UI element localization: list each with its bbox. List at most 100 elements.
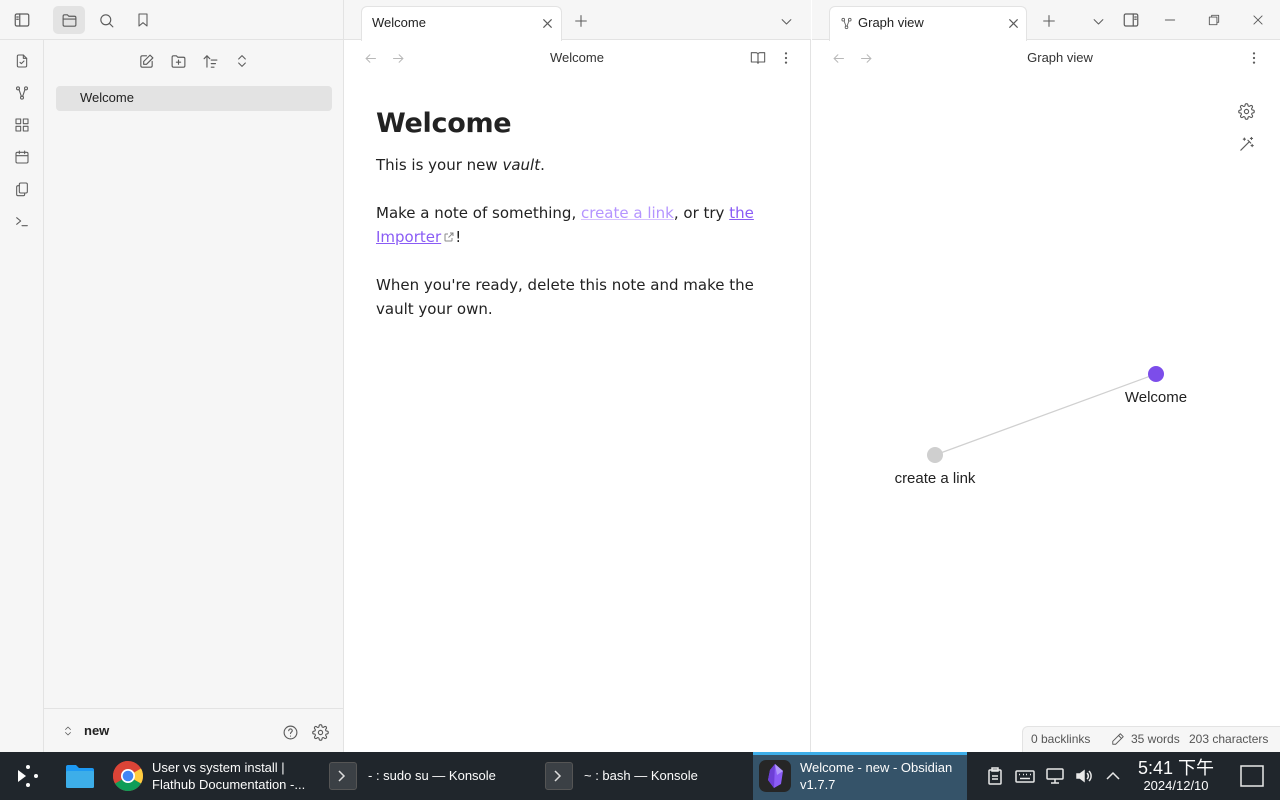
sort-order-icon[interactable] <box>197 48 223 74</box>
more-options-icon[interactable] <box>775 47 797 69</box>
file-item-welcome[interactable]: Welcome <box>56 86 332 111</box>
note-heading: Welcome <box>376 108 512 139</box>
internal-link-create-a-link[interactable]: create a link <box>581 204 674 222</box>
tab-welcome[interactable]: Welcome <box>361 6 562 41</box>
app-launcher-icon[interactable] <box>14 764 40 788</box>
task-konsole-sudo-title: - : sudo su — Konsole <box>368 768 496 783</box>
clock[interactable]: 5:41 下午 2024/12/10 <box>1134 758 1218 794</box>
p1-text: This is your new <box>376 156 503 174</box>
chevron-updown-icon[interactable] <box>60 723 76 739</box>
calendar-icon[interactable] <box>10 145 34 169</box>
quick-switcher-icon[interactable] <box>10 49 34 73</box>
vault-name[interactable]: new <box>84 723 109 738</box>
ribbon <box>0 0 44 752</box>
p1-emphasis: vault <box>502 156 541 174</box>
character-count: 203 characters <box>1189 732 1269 746</box>
chrome-icon <box>112 760 144 792</box>
vault-switcher-bar: new <box>44 708 344 752</box>
tab-welcome-title: Welcome <box>372 15 426 30</box>
help-icon[interactable] <box>280 722 300 742</box>
graph-node-welcome[interactable] <box>1148 366 1164 382</box>
clock-date: 2024/12/10 <box>1143 778 1209 793</box>
task-obsidian[interactable]: Welcome - new - Obsidian v1.7.7 <box>753 752 967 800</box>
search-icon[interactable] <box>90 6 122 34</box>
minimize-window-icon[interactable] <box>1160 10 1180 30</box>
task-chrome-flathub[interactable]: User vs system install | Flathub Documen… <box>108 752 320 800</box>
expand-collapse-icon[interactable] <box>229 48 255 74</box>
p1-suffix: . <box>540 156 545 174</box>
clipboard-icon[interactable] <box>986 766 1006 786</box>
close-icon[interactable] <box>538 14 556 32</box>
forward-arrow-icon[interactable] <box>855 47 877 69</box>
backlinks-count[interactable]: 0 backlinks <box>1031 732 1090 746</box>
tab-list-chevron-down-icon[interactable] <box>776 11 796 31</box>
templates-icon[interactable] <box>10 177 34 201</box>
konsole-icon <box>545 762 573 790</box>
new-note-icon[interactable] <box>133 48 159 74</box>
clock-time: 5:41 下午 <box>1137 758 1215 778</box>
note-paragraph-3: When you're ready, delete this note and … <box>376 276 754 318</box>
sidebar-tab-header <box>44 0 344 40</box>
graph-node-label-welcome[interactable]: Welcome <box>1112 389 1200 406</box>
graph-node-create-a-link[interactable] <box>927 447 943 463</box>
graph-view-icon[interactable] <box>10 81 34 105</box>
note-paragraph-2: Make a note of something, create a link,… <box>376 201 776 249</box>
restore-window-icon[interactable] <box>1204 10 1224 30</box>
taskbar: User vs system install | Flathub Documen… <box>0 752 1280 800</box>
forward-arrow-icon[interactable] <box>387 47 409 69</box>
status-bar: 0 backlinks 35 words 203 characters <box>1022 726 1280 752</box>
files-icon[interactable] <box>53 6 85 34</box>
close-icon[interactable] <box>1004 14 1022 32</box>
settings-gear-icon[interactable] <box>310 722 330 742</box>
file-manager-icon[interactable] <box>64 760 96 792</box>
terminal-icon[interactable] <box>10 209 34 233</box>
new-tab-plus-icon[interactable] <box>1039 11 1059 31</box>
task-konsole-bash-title: ~ : bash — Konsole <box>584 768 698 783</box>
graph-tab-bar: Graph view <box>812 0 1280 41</box>
p2-mid-text: , or try <box>673 204 730 222</box>
p2-suffix: ! <box>455 228 462 246</box>
show-desktop-icon[interactable] <box>1240 765 1264 787</box>
toggle-sidebar-icon[interactable] <box>10 8 34 32</box>
view-header-title[interactable]: Graph view <box>960 50 1160 65</box>
obsidian-icon <box>759 760 791 792</box>
task-chrome-line1: User vs system install | <box>152 760 285 775</box>
back-arrow-icon[interactable] <box>827 47 849 69</box>
back-arrow-icon[interactable] <box>359 47 381 69</box>
canvas-icon[interactable] <box>10 113 34 137</box>
keyboard-icon[interactable] <box>1015 766 1035 786</box>
graph-node-label-create-a-link[interactable]: create a link <box>875 470 995 487</box>
file-explorer-sidebar: Welcome new <box>44 0 344 752</box>
new-tab-plus-icon[interactable] <box>571 11 591 31</box>
graph-edge <box>934 373 1157 456</box>
graph-canvas[interactable] <box>812 80 1280 680</box>
edit-pencil-icon[interactable] <box>1110 731 1126 747</box>
volume-icon[interactable] <box>1074 766 1094 786</box>
task-obsidian-line2: v1.7.7 <box>800 777 836 792</box>
tab-graph-title: Graph view <box>858 15 924 30</box>
p2-text: Make a note of something, <box>376 204 581 222</box>
ribbon-header <box>0 0 44 40</box>
reading-mode-book-icon[interactable] <box>747 47 769 69</box>
note-paragraph-1: This is your new vault. <box>376 153 776 177</box>
editor-pane: Welcome Welcome Welcome This is your new… <box>344 0 811 752</box>
toggle-right-sidebar-icon[interactable] <box>1121 10 1141 30</box>
konsole-icon <box>329 762 357 790</box>
word-count: 35 words <box>1131 732 1180 746</box>
tab-list-chevron-down-icon[interactable] <box>1088 11 1108 31</box>
view-header-title[interactable]: Welcome <box>477 50 677 65</box>
task-konsole-bash[interactable]: ~ : bash — Konsole <box>538 752 750 800</box>
task-chrome-title: User vs system install | Flathub Documen… <box>152 759 305 793</box>
note-content[interactable]: Welcome This is your new vault. Make a n… <box>376 108 776 345</box>
task-obsidian-title: Welcome - new - Obsidian v1.7.7 <box>800 759 952 793</box>
close-window-icon[interactable] <box>1248 10 1268 30</box>
new-folder-icon[interactable] <box>165 48 191 74</box>
bookmark-icon[interactable] <box>127 6 159 34</box>
tab-graph-view[interactable]: Graph view <box>829 6 1027 41</box>
more-options-icon[interactable] <box>1243 47 1265 69</box>
task-obsidian-line1: Welcome - new - Obsidian <box>800 760 953 775</box>
task-konsole-sudo[interactable]: - : sudo su — Konsole <box>322 752 534 800</box>
task-chrome-line2: Flathub Documentation -... <box>152 777 306 792</box>
network-icon[interactable] <box>1045 766 1065 786</box>
tray-expand-chevron-icon[interactable] <box>1104 766 1124 786</box>
